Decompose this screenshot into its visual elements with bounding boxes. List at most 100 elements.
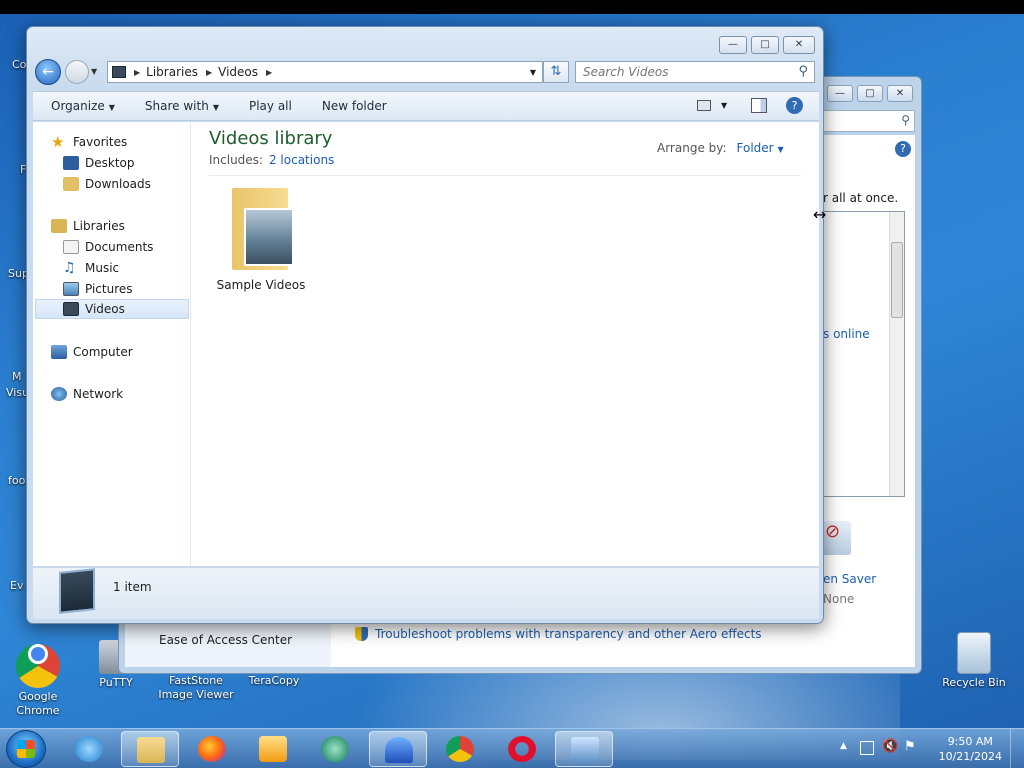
view-dropdown-icon[interactable]: ▼ (721, 101, 727, 110)
computer-icon (51, 345, 67, 359)
desktop-icon-faststone[interactable]: FastStone Image Viewer (156, 674, 236, 702)
taskbar-windows-explorer[interactable] (121, 731, 179, 767)
top-black-bar (0, 0, 1024, 14)
firefox-icon (198, 736, 226, 762)
refresh-button[interactable]: ⇅ (543, 61, 569, 83)
navigation-pane[interactable]: ★ Favorites Desktop Downloads Libraries D… (33, 122, 191, 566)
search-icon[interactable]: ⚲ (798, 64, 808, 79)
organize-button[interactable]: Organize ▼ (51, 99, 115, 113)
share-with-button[interactable]: Share with ▼ (145, 99, 219, 113)
desktop-icon-teracopy[interactable]: TeraCopy (236, 674, 312, 688)
network-tray-icon[interactable] (860, 741, 874, 755)
maximize-button[interactable]: □ (751, 36, 779, 54)
nav-libraries[interactable]: Libraries (51, 216, 125, 236)
close-button[interactable]: ✕ (783, 36, 815, 54)
item-count: 1 item (113, 580, 152, 594)
taskbar-app-blue[interactable] (369, 731, 427, 767)
help-icon[interactable]: ? (786, 97, 803, 114)
videos-icon (63, 302, 79, 316)
taskbar-app-green[interactable] (306, 731, 364, 767)
desktop-icon-fragment[interactable]: M (12, 370, 22, 383)
breadcrumb-videos[interactable]: Videos (218, 65, 258, 79)
arrange-by-dropdown[interactable]: Folder ▼ (737, 141, 784, 155)
start-button[interactable] (6, 730, 46, 768)
troubleshoot-link[interactable]: Troubleshoot problems with transparency … (375, 627, 762, 641)
nav-documents[interactable]: Documents (63, 237, 153, 257)
bg-scrollbar[interactable] (889, 212, 904, 496)
library-includes: Includes: 2 locations (209, 153, 335, 167)
clock[interactable]: 9:50 AM 10/21/2024 (939, 734, 1002, 764)
desktop-icon-label: TeraCopy (248, 674, 300, 687)
desktop-icon-fragment[interactable]: Co (12, 58, 26, 71)
app-globe-icon (321, 736, 349, 762)
nav-downloads[interactable]: Downloads (63, 174, 151, 194)
desktop-icon-recycle-bin[interactable]: Recycle Bin (936, 632, 1012, 690)
bg-link-online[interactable]: s online (823, 327, 870, 341)
taskbar-chrome[interactable] (431, 731, 489, 767)
windows-logo-icon (17, 740, 35, 758)
clock-time: 9:50 AM (947, 735, 993, 748)
library-title: Videos library (209, 128, 333, 149)
details-pane: 1 item (33, 567, 819, 619)
bg-minimize-button[interactable]: — (827, 85, 853, 102)
explorer-window-videos[interactable]: — □ ✕ ← ▼ ▶ Libraries ▶ Videos ▶ ▼ ⇅ ⚲ O… (26, 26, 824, 624)
tray-expand-icon[interactable]: ▲ (840, 741, 847, 751)
new-folder-button[interactable]: New folder (322, 99, 387, 113)
back-button[interactable]: ← (35, 59, 61, 85)
search-box[interactable]: ⚲ (575, 61, 815, 83)
nav-favorites[interactable]: ★ Favorites (51, 132, 127, 152)
change-view-icon[interactable] (697, 100, 711, 111)
recent-pages-dropdown[interactable]: ▼ (91, 67, 97, 76)
desktop-icon-google-chrome[interactable]: Google Chrome (0, 632, 76, 718)
address-dropdown-icon[interactable]: ▼ (530, 68, 536, 77)
search-input[interactable] (583, 65, 783, 79)
arrange-by: Arrange by: Folder ▼ (657, 141, 784, 155)
action-center-flag-icon[interactable]: ⚑ (904, 739, 916, 754)
desktop-icon-label: PuTTY (99, 676, 133, 689)
bg-search-box[interactable]: ⚲ (823, 110, 915, 132)
folder-label: Sample Videos (216, 278, 306, 292)
nav-computer[interactable]: Computer (51, 342, 133, 362)
resize-cursor-icon: ↔ (813, 205, 827, 224)
command-bar: Organize ▼ Share with ▼ Play all New folde… (33, 91, 819, 121)
desktop-icon (63, 156, 79, 170)
bg-text-all-at-once: r all at once. (823, 191, 899, 205)
bg-close-button[interactable]: ✕ (887, 85, 913, 102)
bg-screen-saver-link[interactable]: en Saver (823, 572, 876, 586)
taskbar-control-panel[interactable] (555, 731, 613, 767)
nav-music[interactable]: ♫ Music (63, 258, 119, 278)
system-tray: ▲ 🔇 ⚑ 9:50 AM 10/21/2024 (834, 729, 1024, 768)
chevron-right-icon: ▶ (266, 67, 273, 77)
includes-locations-link[interactable]: 2 locations (269, 153, 334, 167)
nav-videos[interactable]: Videos (35, 299, 189, 319)
show-desktop-button[interactable] (1010, 729, 1024, 768)
downloads-folder-icon (63, 177, 79, 191)
desktop-icon-fragment[interactable]: Ev (10, 579, 23, 592)
ease-of-access-link[interactable]: Ease of Access Center (159, 633, 292, 647)
desktop-icon-fragment[interactable]: foo (8, 474, 25, 487)
address-bar[interactable]: ▶ Libraries ▶ Videos ▶ ▼ (107, 61, 543, 83)
search-icon: ⚲ (901, 113, 910, 127)
uac-shield-icon (355, 627, 368, 641)
taskbar-media-player[interactable] (244, 731, 302, 767)
divider (209, 175, 801, 176)
nav-network[interactable]: Network (51, 384, 123, 404)
folder-sample-videos[interactable]: Sample Videos (213, 182, 309, 292)
taskbar-firefox[interactable] (183, 731, 241, 767)
taskbar-opera[interactable] (493, 731, 551, 767)
forward-button[interactable] (65, 60, 89, 84)
preview-pane-icon[interactable] (751, 98, 767, 113)
breadcrumb-libraries[interactable]: Libraries (146, 65, 198, 79)
help-icon[interactable]: ? (895, 141, 911, 157)
chevron-down-icon: ▼ (108, 103, 115, 112)
screen-saver-icon[interactable]: ⊘ (821, 521, 851, 555)
chrome-icon (446, 736, 474, 762)
minimize-button[interactable]: — (719, 36, 747, 54)
play-all-button[interactable]: Play all (249, 99, 292, 113)
taskbar-internet-explorer[interactable] (60, 731, 118, 767)
bg-maximize-button[interactable]: □ (857, 85, 883, 102)
nav-desktop[interactable]: Desktop (63, 153, 135, 173)
nav-pictures[interactable]: Pictures (63, 279, 133, 299)
chrome-icon (16, 644, 60, 688)
volume-muted-icon[interactable]: 🔇 (882, 739, 898, 754)
